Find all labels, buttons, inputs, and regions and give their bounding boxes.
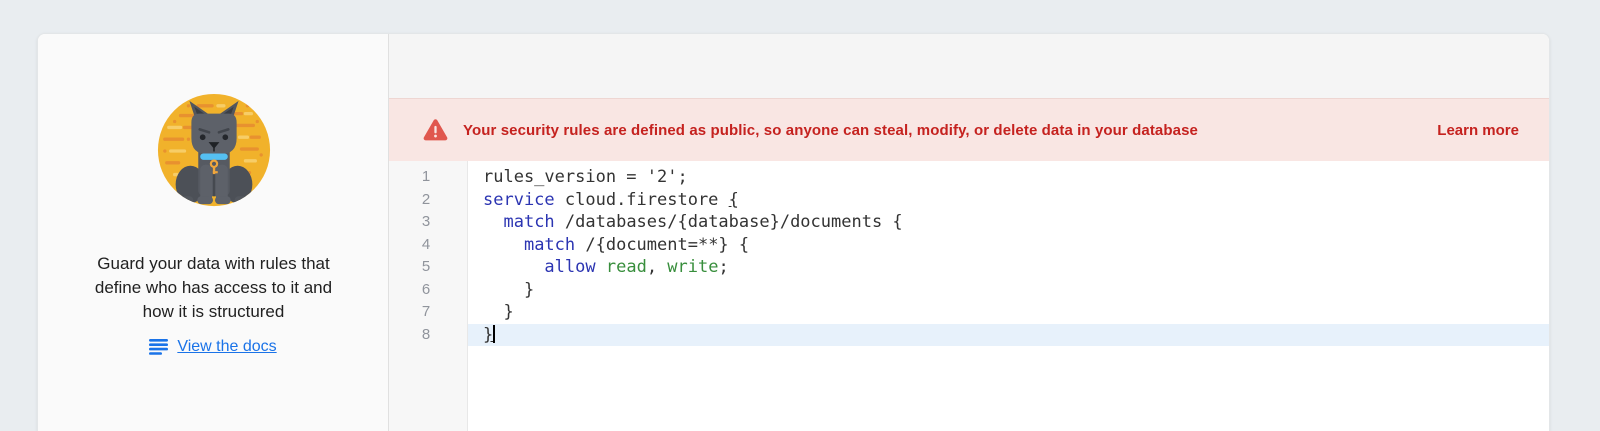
code-line: service cloud.firestore { — [468, 189, 1549, 212]
rules-intro-heading: Guard your data with rules that define w… — [54, 252, 373, 324]
rules-info-panel: Guard your data with rules that define w… — [38, 34, 389, 431]
line-number: 8 — [389, 324, 467, 347]
code-line: } — [468, 324, 1549, 347]
code-area[interactable]: rules_version = '2';service cloud.firest… — [468, 161, 1549, 431]
warning-triangle-icon — [423, 119, 448, 141]
code-line: } — [468, 301, 1549, 324]
security-warning-banner: Your security rules are defined as publi… — [389, 98, 1549, 161]
line-number: 5 — [389, 256, 467, 279]
code-line: match /{document=**} { — [468, 234, 1549, 257]
warning-message: Your security rules are defined as publi… — [463, 122, 1198, 139]
guard-dog-illustration — [155, 92, 273, 210]
rules-code-editor: 12345678 rules_version = '2';service clo… — [389, 161, 1549, 431]
line-number: 6 — [389, 279, 467, 302]
code-line: match /databases/{database}/documents { — [468, 211, 1549, 234]
rules-card: Guard your data with rules that define w… — [37, 33, 1550, 431]
docs-lines-icon — [149, 339, 168, 355]
line-number: 2 — [389, 189, 467, 212]
line-number: 4 — [389, 234, 467, 257]
text-cursor — [493, 325, 495, 343]
learn-more-link[interactable]: Learn more — [1437, 122, 1519, 139]
line-number-gutter: 12345678 — [389, 161, 468, 431]
line-number: 3 — [389, 211, 467, 234]
line-number: 7 — [389, 301, 467, 324]
line-number: 1 — [389, 166, 467, 189]
code-line: allow read, write; — [468, 256, 1549, 279]
code-line: } — [468, 279, 1549, 302]
editor-toolbar-strip — [389, 34, 1549, 98]
code-line: rules_version = '2'; — [468, 166, 1549, 189]
rules-editor-panel: Your security rules are defined as publi… — [389, 34, 1549, 431]
view-the-docs-link[interactable]: View the docs — [177, 338, 276, 356]
